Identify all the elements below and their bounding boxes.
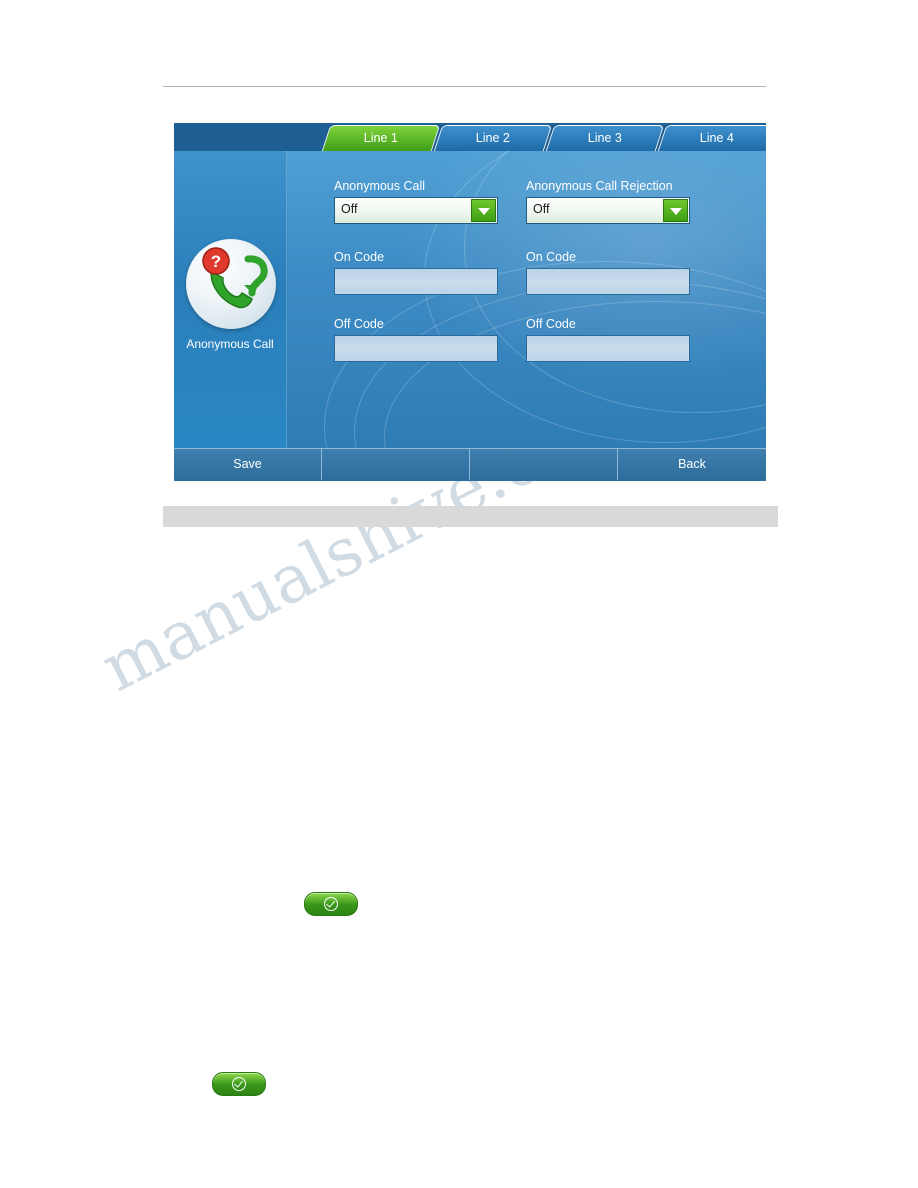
- tab-line-2-label: Line 2: [475, 131, 510, 145]
- softkey-back[interactable]: Back: [618, 449, 766, 480]
- off-code-right-input[interactable]: [526, 335, 690, 362]
- ok-pill-1[interactable]: [304, 892, 358, 916]
- tab-line-4[interactable]: Line 4: [657, 125, 766, 151]
- svg-text:?: ?: [211, 252, 221, 271]
- softkey-bar: Save Back: [174, 448, 766, 481]
- tab-line-3[interactable]: Line 3: [545, 125, 665, 151]
- anonymous-call-rejection-select[interactable]: Off: [526, 197, 690, 224]
- off-code-left-input[interactable]: [334, 335, 498, 362]
- tab-line-4-label: Line 4: [699, 131, 734, 145]
- off-code-left-label: Off Code: [334, 317, 384, 331]
- settings-form: Anonymous Call Off Anonymous Call Reject…: [286, 151, 766, 448]
- check-circle-icon: [324, 897, 338, 911]
- field-off-code-left: Off Code: [334, 317, 498, 362]
- tab-line-2[interactable]: Line 2: [433, 125, 553, 151]
- tab-line-1[interactable]: Line 1: [321, 125, 441, 151]
- tab-line-1-label: Line 1: [363, 131, 398, 145]
- tab-line-3-label: Line 3: [587, 131, 622, 145]
- field-anonymous-call: Anonymous Call Off: [334, 179, 498, 224]
- header-rule: [163, 86, 766, 87]
- chevron-down-icon[interactable]: [471, 199, 496, 222]
- on-code-left-input[interactable]: [334, 268, 498, 295]
- on-code-left-label: On Code: [334, 250, 385, 264]
- anonymous-call-label: Anonymous Call: [334, 179, 426, 193]
- left-panel-caption: Anonymous Call: [186, 337, 274, 351]
- chevron-down-icon[interactable]: [663, 199, 688, 222]
- anonymous-call-rejection-label: Anonymous Call Rejection: [526, 179, 673, 193]
- field-off-code-right: Off Code: [526, 317, 690, 362]
- line-tab-bar: Line 1 Line 2 Line 3 Line 4: [174, 123, 766, 151]
- softkey-save[interactable]: Save: [174, 449, 322, 480]
- field-anonymous-call-rejection: Anonymous Call Rejection Off: [526, 179, 690, 224]
- anonymous-call-rejection-value: Off: [533, 202, 550, 216]
- on-code-right-input[interactable]: [526, 268, 690, 295]
- screen-body: ? Anonymous Call Anonymous Call Off Anon…: [174, 151, 766, 448]
- anonymous-call-select[interactable]: Off: [334, 197, 498, 224]
- softkey-3[interactable]: [470, 449, 618, 480]
- left-icon-panel: ? Anonymous Call: [174, 151, 287, 448]
- softkey-2[interactable]: [322, 449, 470, 480]
- check-circle-icon: [232, 1077, 246, 1091]
- figure-caption-bar: [163, 506, 778, 527]
- anonymous-call-icon: ?: [186, 239, 276, 329]
- anonymous-call-value: Off: [341, 202, 358, 216]
- field-on-code-left: On Code: [334, 250, 498, 295]
- on-code-right-label: On Code: [526, 250, 577, 264]
- off-code-right-label: Off Code: [526, 317, 576, 331]
- field-on-code-right: On Code: [526, 250, 690, 295]
- ok-pill-2[interactable]: [212, 1072, 266, 1096]
- phone-screen-figure: Line 1 Line 2 Line 3 Line 4 ? Anonymous …: [174, 123, 766, 481]
